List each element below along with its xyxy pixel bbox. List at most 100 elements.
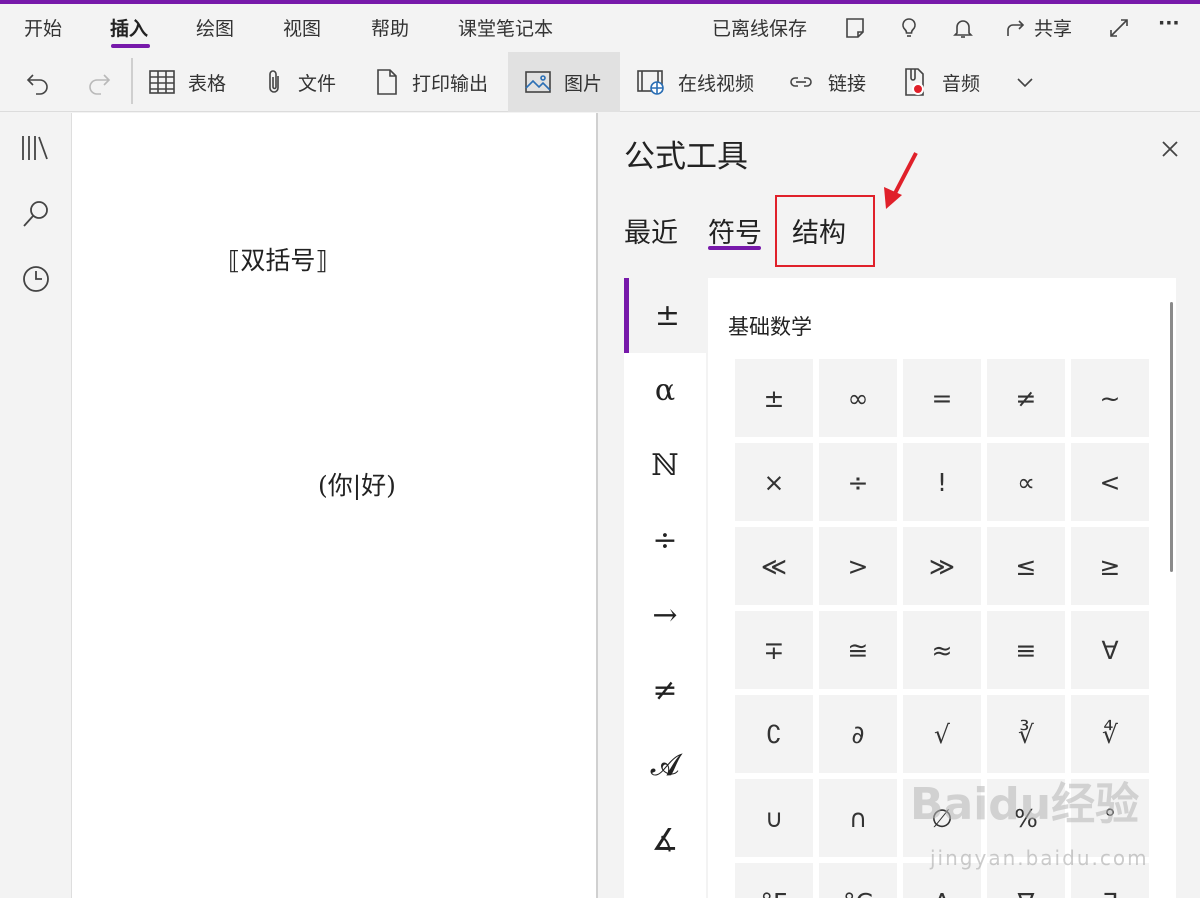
menu-help[interactable]: 帮助 — [371, 14, 409, 41]
symbol-button[interactable]: ≠ — [987, 359, 1065, 437]
symbol-button[interactable]: °F — [735, 863, 813, 898]
symbol-button[interactable]: ∪ — [735, 779, 813, 857]
symbol-button[interactable]: ∞ — [819, 359, 897, 437]
symbol-button[interactable]: ∓ — [735, 611, 813, 689]
file-button[interactable]: 文件 — [262, 52, 348, 112]
more-options-button[interactable]: ··· — [1158, 12, 1180, 34]
audio-button[interactable]: 音频 — [900, 52, 994, 112]
picture-label: 图片 — [564, 72, 603, 95]
symbol-button[interactable]: √ — [903, 695, 981, 773]
undo-icon — [26, 74, 48, 95]
undo-button[interactable] — [24, 52, 64, 112]
annotation-arrow-icon — [884, 152, 918, 209]
online-video-icon — [637, 70, 664, 95]
symbol-button[interactable]: ≪ — [735, 527, 813, 605]
symbol-button[interactable]: ≥ — [1071, 527, 1149, 605]
menu-view[interactable]: 视图 — [283, 14, 321, 41]
document-icon — [377, 69, 397, 95]
ribbon-separator — [131, 58, 133, 104]
watermark-url: jingyan.baidu.com — [930, 846, 1149, 870]
symbol-button[interactable]: ∂ — [819, 695, 897, 773]
redo-icon — [89, 74, 111, 95]
symbol-button[interactable]: ÷ — [819, 443, 897, 521]
symbol-category-0[interactable]: ± — [624, 278, 706, 353]
symbol-button[interactable]: ~ — [1071, 359, 1149, 437]
symbol-category-7[interactable]: ∡ — [624, 803, 706, 878]
symbol-button[interactable]: > — [819, 527, 897, 605]
close-icon — [1162, 141, 1178, 157]
printout-label: 打印输出 — [412, 72, 489, 95]
ribbon-more-button[interactable] — [1014, 52, 1048, 112]
link-label: 链接 — [828, 72, 867, 95]
tab-symbols[interactable]: 符号 — [708, 211, 762, 250]
note-canvas[interactable]: ⟦双括号⟧ (你|好) — [72, 113, 598, 898]
file-label: 文件 — [298, 72, 337, 95]
symbol-button[interactable]: ∛ — [987, 695, 1065, 773]
picture-icon — [525, 71, 551, 93]
symbol-button[interactable]: ∀ — [1071, 611, 1149, 689]
close-panel-button[interactable] — [1158, 137, 1182, 161]
symbol-button[interactable]: °C — [819, 863, 897, 898]
symbol-button[interactable]: ≈ — [903, 611, 981, 689]
picture-button[interactable]: 图片 — [508, 52, 620, 112]
symbol-button[interactable]: ≅ — [819, 611, 897, 689]
share-label: 共享 — [1034, 18, 1073, 40]
left-sidebar — [0, 113, 72, 898]
table-button[interactable]: 表格 — [148, 52, 238, 112]
symbol-button[interactable]: < — [1071, 443, 1149, 521]
recent-clock-icon[interactable] — [20, 263, 52, 299]
paperclip-icon — [269, 70, 279, 93]
lightbulb-icon[interactable] — [897, 16, 921, 40]
table-icon — [149, 70, 175, 94]
redo-button[interactable] — [85, 52, 125, 112]
symbol-button[interactable]: ± — [735, 359, 813, 437]
chevron-down-icon — [1017, 78, 1033, 88]
equation-parentheses[interactable]: (你|好) — [318, 466, 396, 502]
symbol-button[interactable]: ! — [903, 443, 981, 521]
search-icon[interactable] — [20, 199, 52, 233]
symbol-button[interactable]: ≫ — [903, 527, 981, 605]
symbol-category-1[interactable]: α — [624, 353, 706, 428]
symbol-button[interactable]: ≤ — [987, 527, 1065, 605]
menu-class-notebook[interactable]: 课堂笔记本 — [458, 14, 553, 41]
symbol-button[interactable]: ≡ — [987, 611, 1065, 689]
bell-icon[interactable] — [951, 16, 975, 40]
insert-ribbon: 表格 文件 打印输出 图片 在线视频 链接 音频 — [0, 52, 1200, 112]
offline-status: 已离线保存 — [712, 18, 808, 40]
watermark-logo: Baidu经验 — [910, 779, 1140, 830]
tab-recent[interactable]: 最近 — [624, 211, 678, 250]
symbol-category-5[interactable]: ≠ — [624, 653, 706, 728]
symbol-category-2[interactable]: ℕ — [624, 428, 706, 503]
online-video-button[interactable]: 在线视频 — [636, 52, 768, 112]
symbol-category-6[interactable]: 𝓐 — [624, 728, 706, 803]
menu-home[interactable]: 开始 — [24, 14, 62, 41]
symbol-button[interactable]: × — [735, 443, 813, 521]
section-title-basic-math: 基础数学 — [728, 315, 812, 339]
menu-active-indicator — [111, 44, 150, 48]
symbol-button[interactable]: = — [903, 359, 981, 437]
symbol-button[interactable]: ∜ — [1071, 695, 1149, 773]
panel-title: 公式工具 — [624, 139, 748, 175]
printout-button[interactable]: 打印输出 — [374, 52, 502, 112]
audio-record-icon — [905, 68, 924, 96]
link-icon — [790, 77, 812, 87]
equation-double-brackets[interactable]: ⟦双括号⟧ — [228, 241, 328, 277]
symbol-category-4[interactable]: → — [624, 578, 706, 653]
page-view-icon[interactable] — [843, 16, 867, 40]
notebooks-icon[interactable] — [20, 133, 52, 167]
table-label: 表格 — [188, 72, 227, 95]
gallery-scrollbar[interactable] — [1170, 302, 1173, 572]
symbol-button[interactable]: ∁ — [735, 695, 813, 773]
share-button[interactable]: 共享 — [1004, 14, 1072, 41]
online-video-label: 在线视频 — [678, 72, 755, 95]
menu-draw[interactable]: 绘图 — [196, 14, 234, 41]
symbol-category-3[interactable]: ÷ — [624, 503, 706, 578]
expand-icon[interactable] — [1107, 16, 1131, 40]
symbol-category-list: ± α ℕ ÷ → ≠ 𝓐 ∡ — [624, 278, 706, 898]
symbol-button[interactable]: ∝ — [987, 443, 1065, 521]
symbol-button[interactable]: ∩ — [819, 779, 897, 857]
link-button[interactable]: 链接 — [786, 52, 880, 112]
audio-label: 音频 — [942, 72, 981, 95]
menu-insert[interactable]: 插入 — [110, 14, 148, 41]
annotation-highlight-box — [775, 195, 875, 267]
